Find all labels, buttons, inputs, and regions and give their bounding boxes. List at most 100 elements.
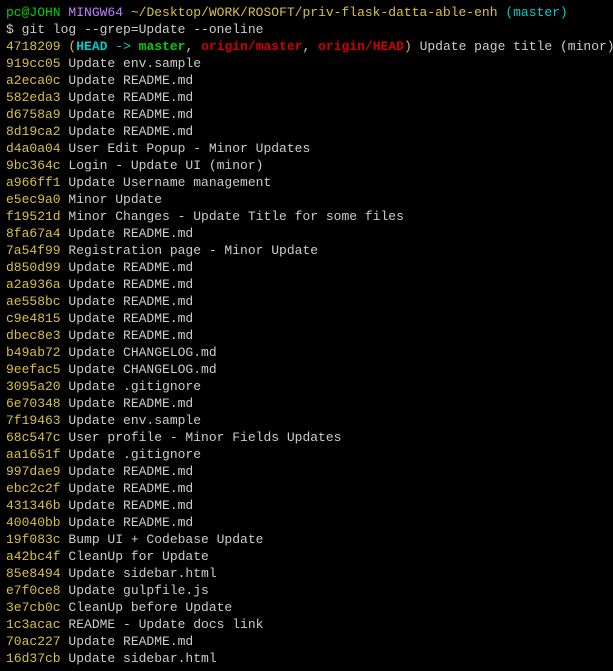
commit-row: 40040bb Update README.md — [6, 514, 607, 531]
commit-row: 7f19463 Update env.sample — [6, 412, 607, 429]
commit-hash: e7f0ce8 — [6, 583, 61, 598]
commit-hash: ae558bc — [6, 294, 61, 309]
commit-msg: Update CHANGELOG.md — [61, 345, 217, 360]
command-text: $ git log --grep=Update --oneline — [6, 22, 263, 37]
commit-msg: Update env.sample — [61, 413, 201, 428]
commit-msg: Update README.md — [61, 498, 194, 513]
prompt-branch: (master) — [505, 5, 567, 20]
prompt-user: pc@JOHN — [6, 5, 61, 20]
commit-row: 997dae9 Update README.md — [6, 463, 607, 480]
ref-remote1: origin/master — [201, 39, 302, 54]
commit-row: e7f0ce8 Update gulpfile.js — [6, 582, 607, 599]
commit-row: a2eca0c Update README.md — [6, 72, 607, 89]
commit-hash: 4718209 — [6, 39, 61, 54]
commit-row: d4a0a04 User Edit Popup - Minor Updates — [6, 140, 607, 157]
commit-hash: a966ff1 — [6, 175, 61, 190]
commit-msg: Update page title (minor) — [412, 39, 613, 54]
commit-hash: 40040bb — [6, 515, 61, 530]
commit-row: ebc2c2f Update README.md — [6, 480, 607, 497]
commit-msg: Update README.md — [61, 515, 194, 530]
commit-row: d850d99 Update README.md — [6, 259, 607, 276]
commit-msg: Minor Update — [61, 192, 162, 207]
commit-msg: Update README.md — [61, 107, 194, 122]
commit-row: b49ab72 Update CHANGELOG.md — [6, 344, 607, 361]
ref-arrow: -> — [107, 39, 138, 54]
commit-hash: c9e4815 — [6, 311, 61, 326]
commit-msg: Update env.sample — [61, 56, 201, 71]
commit-hash: 7f19463 — [6, 413, 61, 428]
commit-row: 431346b Update README.md — [6, 497, 607, 514]
ref-close: ) — [404, 39, 412, 54]
commit-hash: aa1651f — [6, 447, 61, 462]
commit-hash: 19f083c — [6, 532, 61, 547]
commit-row: 70ac227 Update README.md — [6, 633, 607, 650]
prompt-host: MINGW64 — [68, 5, 123, 20]
commit-hash: 997dae9 — [6, 464, 61, 479]
commit-hash: 3095a20 — [6, 379, 61, 394]
commit-hash: 431346b — [6, 498, 61, 513]
commit-msg: Update README.md — [61, 73, 194, 88]
commit-row: 582eda3 Update README.md — [6, 89, 607, 106]
commit-hash: 8fa67a4 — [6, 226, 61, 241]
commit-row: a2a936a Update README.md — [6, 276, 607, 293]
commit-hash: 1c3acac — [6, 617, 61, 632]
commit-hash: 3e7cb0c — [6, 600, 61, 615]
commit-row: 8fa67a4 Update README.md — [6, 225, 607, 242]
commit-row: 16d37cb Update sidebar.html — [6, 650, 607, 667]
commit-hash: 16d37cb — [6, 651, 61, 666]
commit-msg: Update README.md — [61, 260, 194, 275]
commit-row: 6e70348 Update README.md — [6, 395, 607, 412]
commit-row-head: 4718209 (HEAD -> master, origin/master, … — [6, 38, 607, 55]
commit-msg: Update README.md — [61, 634, 194, 649]
commit-hash: 9eefac5 — [6, 362, 61, 377]
commit-hash: d6758a9 — [6, 107, 61, 122]
commit-hash: ebc2c2f — [6, 481, 61, 496]
commit-msg: Update README.md — [61, 124, 194, 139]
commit-row: f19521d Minor Changes - Update Title for… — [6, 208, 607, 225]
commit-row: 68c547c User profile - Minor Fields Upda… — [6, 429, 607, 446]
commit-msg: Update .gitignore — [61, 379, 201, 394]
commit-row: dbec8e3 Update README.md — [6, 327, 607, 344]
command-line[interactable]: $ git log --grep=Update --oneline — [6, 21, 607, 38]
ref-remote2: origin/HEAD — [318, 39, 404, 54]
commit-row: ae558bc Update README.md — [6, 293, 607, 310]
commit-hash: d850d99 — [6, 260, 61, 275]
commit-msg: CleanUp before Update — [61, 600, 233, 615]
ref-sep: , — [185, 39, 201, 54]
commit-row: 9eefac5 Update CHANGELOG.md — [6, 361, 607, 378]
commit-msg: README - Update docs link — [61, 617, 264, 632]
prompt-path: ~/Desktop/WORK/ROSOFT/priv-flask-datta-a… — [131, 5, 498, 20]
commit-hash: 6e70348 — [6, 396, 61, 411]
commit-hash: 8d19ca2 — [6, 124, 61, 139]
commit-row: 3e7cb0c CleanUp before Update — [6, 599, 607, 616]
commit-hash: a2a936a — [6, 277, 61, 292]
commit-hash: 85e8494 — [6, 566, 61, 581]
commit-msg: Update CHANGELOG.md — [61, 362, 217, 377]
commit-hash: 9bc364c — [6, 158, 61, 173]
commit-row: 919cc05 Update env.sample — [6, 55, 607, 72]
commit-hash: 70ac227 — [6, 634, 61, 649]
commit-row: a42bc4f CleanUp for Update — [6, 548, 607, 565]
commit-log: 919cc05 Update env.samplea2eca0c Update … — [6, 55, 607, 667]
commit-msg: Update README.md — [61, 294, 194, 309]
commit-msg: Update .gitignore — [61, 447, 201, 462]
commit-msg: Update Username management — [61, 175, 272, 190]
commit-msg: Bump UI + Codebase Update — [61, 532, 264, 547]
commit-hash: dbec8e3 — [6, 328, 61, 343]
commit-hash: b49ab72 — [6, 345, 61, 360]
commit-hash: 68c547c — [6, 430, 61, 445]
commit-msg: Update sidebar.html — [61, 566, 217, 581]
ref-local: master — [139, 39, 186, 54]
commit-msg: Update README.md — [61, 311, 194, 326]
commit-hash: 7a54f99 — [6, 243, 61, 258]
commit-msg: Update gulpfile.js — [61, 583, 209, 598]
commit-row: e5ec9a0 Minor Update — [6, 191, 607, 208]
commit-row: d6758a9 Update README.md — [6, 106, 607, 123]
ref-head: HEAD — [76, 39, 107, 54]
commit-hash: e5ec9a0 — [6, 192, 61, 207]
commit-row: 7a54f99 Registration page - Minor Update — [6, 242, 607, 259]
commit-hash: a42bc4f — [6, 549, 61, 564]
commit-hash: 919cc05 — [6, 56, 61, 71]
commit-msg: Update README.md — [61, 90, 194, 105]
commit-row: 19f083c Bump UI + Codebase Update — [6, 531, 607, 548]
